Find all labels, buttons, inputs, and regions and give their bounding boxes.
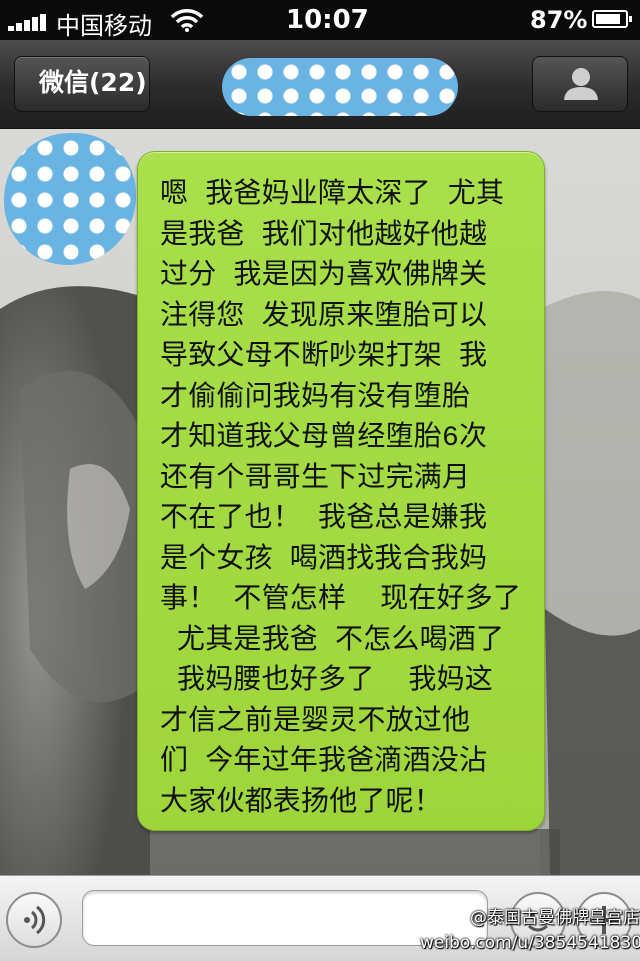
message-line: 大家伙都表扬他了呢！ (160, 787, 443, 819)
nav-bar: 微信(22) (0, 40, 640, 129)
message-line: 我妈腰也好多了 我妈这 (160, 666, 494, 697)
back-button[interactable]: 微信(22) (0, 56, 150, 113)
message-line: 是我爸 我们对他越好他越 (160, 220, 488, 252)
message-line: 才信之前是婴灵不放过他 (160, 706, 471, 738)
message-line: 尤其是我爸 不怎么喝酒了 (160, 625, 505, 657)
voice-icon (24, 905, 46, 935)
battery-percent: 87% (530, 6, 588, 34)
message-line: 不在了也！ 我爸总是嫌我 (160, 504, 488, 535)
message-line: 嗯 我爸妈业障太深了 尤其 (160, 180, 505, 211)
message-line: 注得您 发现原来堕胎可以 (160, 301, 488, 333)
message-line: 们 今年过年我爸滴酒没沾 (160, 747, 488, 778)
message-text: 嗯 我爸妈业障太深了 尤其 是我爸 我们对他越好他越 过分 我是因为喜欢佛牌关 … (160, 176, 532, 824)
signal-strength-icon (8, 11, 52, 31)
message-line: 过分 我是因为喜欢佛牌关 (160, 261, 488, 292)
battery-icon (592, 10, 632, 28)
profile-button[interactable] (532, 56, 628, 112)
chat-area[interactable]: 嗯 我爸妈业障太深了 尤其 是我爸 我们对他越好他越 过分 我是因为喜欢佛牌关 … (0, 129, 640, 875)
watermark-url: weibo.com/u/3854541830 (420, 933, 640, 953)
message-line: 才偷偷问我妈有没有堕胎 (160, 382, 471, 414)
message-bubble[interactable]: 嗯 我爸妈业障太深了 尤其 是我爸 我们对他越好他越 过分 我是因为喜欢佛牌关 … (137, 151, 545, 831)
message-line: 事！ 不管怎样 现在好多了 (160, 585, 522, 616)
message-line: 才知道我父母曾经堕胎6次 (160, 423, 488, 454)
back-button-label: 微信(22) (39, 68, 147, 97)
watermark-account: @泰国古曼佛牌皇宫店 (470, 908, 640, 928)
voice-button[interactable] (6, 892, 62, 948)
message-line: 导致父母不断吵架打架 我 (160, 342, 488, 373)
person-icon (564, 68, 598, 100)
wifi-icon (170, 9, 204, 32)
carrier-name: 中国移动 (56, 12, 152, 40)
status-bar: 中国移动 10:07 87% (0, 0, 640, 40)
message-line: 是个女孩 喝酒找我合我妈 (160, 544, 488, 576)
message-line: 还有个哥哥生下过完满月 (160, 463, 471, 495)
weibo-watermark: @泰国古曼佛牌皇宫店 weibo.com/u/3854541830 (420, 906, 640, 956)
weibo-logo-icon (437, 909, 464, 929)
clock: 10:07 (286, 5, 369, 35)
chat-title-redacted (222, 58, 458, 116)
